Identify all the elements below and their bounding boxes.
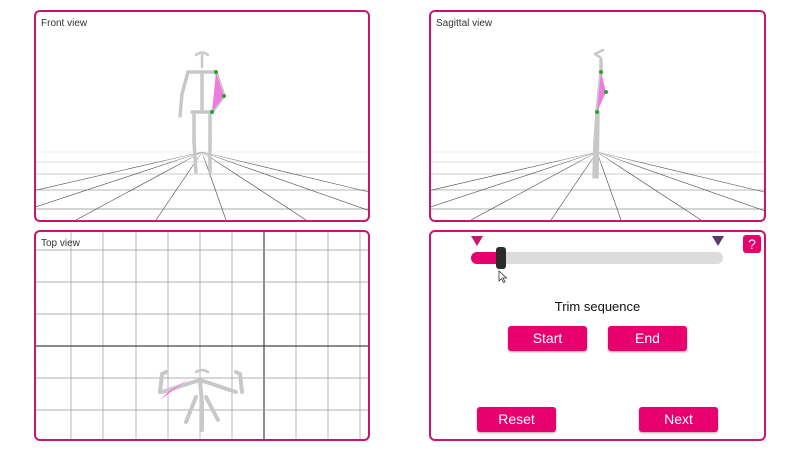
sagittal-view-panel[interactable]: Sagittal view	[429, 10, 766, 222]
sagittal-view-title: Sagittal view	[436, 18, 493, 29]
front-view-canvas[interactable]	[36, 12, 368, 220]
trim-controls-panel: ? Trim sequence Start End Reset Next	[429, 230, 766, 441]
front-view-title: Front view	[41, 18, 88, 29]
top-view-title: Top view	[41, 238, 80, 249]
reset-button[interactable]: Reset	[477, 407, 556, 432]
sequence-slider[interactable]	[471, 247, 723, 269]
slider-thumb[interactable]	[496, 247, 506, 269]
start-marker-icon[interactable]	[471, 236, 483, 246]
end-marker-icon[interactable]	[712, 236, 724, 246]
start-button[interactable]: Start	[508, 326, 587, 351]
next-button[interactable]: Next	[639, 407, 718, 432]
help-button[interactable]: ?	[743, 235, 761, 253]
trim-sequence-label: Trim sequence	[554, 299, 641, 314]
mouse-pointer-icon	[498, 270, 508, 284]
top-view-panel[interactable]: Top view	[34, 230, 370, 441]
front-view-panel[interactable]: Front view	[34, 10, 370, 222]
floor-grid	[36, 142, 368, 220]
top-view-canvas[interactable]	[36, 232, 368, 439]
sagittal-view-canvas[interactable]	[431, 12, 764, 220]
highlight-triangle	[160, 378, 190, 400]
end-button[interactable]: End	[608, 326, 687, 351]
skeleton-figure-top	[158, 368, 244, 432]
